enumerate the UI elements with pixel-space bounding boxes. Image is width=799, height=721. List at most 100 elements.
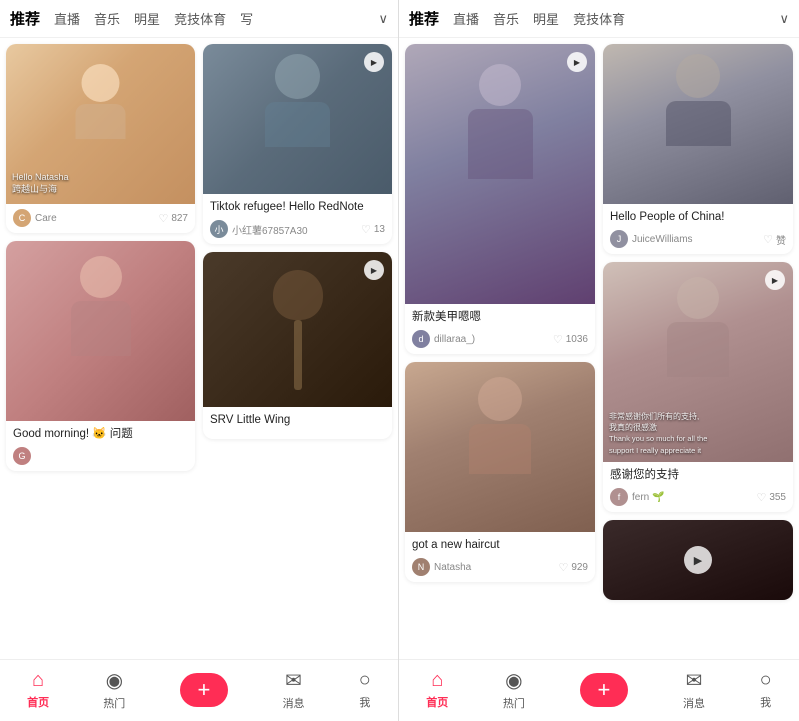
card-overlay-fern: 非常感谢你们所有的支持,我真的很感激Thank you so much for … <box>609 411 787 456</box>
card-likes-care: ♡ 827 <box>158 212 188 225</box>
card-likes-juice: ♡ 赞 <box>763 232 786 247</box>
card-likes-fern: ♡ 355 <box>756 491 786 504</box>
card-info-goodmorning: Good morning! 🐱 问题 G <box>6 421 195 471</box>
card-img-care: Hello Natasha 跨越山与海 <box>6 44 195 204</box>
card-overlay-care: Hello Natasha 跨越山与海 <box>12 171 69 196</box>
nav-more-left[interactable]: ∨ <box>378 11 388 27</box>
card-info-guitar: SRV Little Wing <box>203 407 392 439</box>
nav-item-esports-left[interactable]: 竞技体育 <box>174 9 226 28</box>
card-title-nails: 新款美甲嗯嗯 <box>412 309 588 325</box>
nav-more-right[interactable]: ∨ <box>779 11 789 27</box>
masonry-grid-left: Hello Natasha 跨越山与海 C Care ♡ 827 <box>6 44 392 479</box>
card-nails[interactable]: ▶ 新款美甲嗯嗯 d dillaraa_) ♡ 1036 <box>405 44 595 354</box>
me-icon-left: ○ <box>359 669 371 692</box>
card-likes-nails: ♡ 1036 <box>553 333 588 346</box>
card-img-fern: 非常感谢你们所有的支持,我真的很感激Thank you so much for … <box>603 262 793 462</box>
play-btn-guitar[interactable]: ▶ <box>364 260 384 280</box>
play-btn-fern[interactable]: ▶ <box>765 270 785 290</box>
bottom-nav-hot-left[interactable]: ◉ 热门 <box>103 668 125 711</box>
card-care[interactable]: Hello Natasha 跨越山与海 C Care ♡ 827 <box>6 44 195 233</box>
card-meta-juice: J JuiceWilliams ♡ 赞 <box>610 230 786 248</box>
bottom-nav-home-left[interactable]: ⌂ 首页 <box>27 669 49 710</box>
column-left-left: Hello Natasha 跨越山与海 C Care ♡ 827 <box>6 44 195 479</box>
card-author-goodmorning: G <box>13 447 31 465</box>
avatar-fern: f <box>610 488 628 506</box>
heart-icon-rednote: ♡ <box>361 223 371 236</box>
nav-item-zhibo-right[interactable]: 直播 <box>453 9 479 28</box>
card-guitar[interactable]: ▶ SRV Little Wing <box>203 252 392 439</box>
column-right-left: ▶ Tiktok refugee! Hello RedNote 小 小红薯678… <box>203 44 392 479</box>
add-button-right[interactable]: + <box>580 673 629 707</box>
phone-left: 推荐 直播 音乐 明星 竞技体育 写 ∨ <box>0 0 399 721</box>
card-goodmorning[interactable]: Good morning! 🐱 问题 G <box>6 241 195 471</box>
card-title-haircut: got a new haircut <box>412 537 588 553</box>
column-right-right: Hello People of China! J JuiceWilliams ♡… <box>603 44 793 608</box>
card-img-nails: ▶ <box>405 44 595 304</box>
bottom-nav-me-right[interactable]: ○ 我 <box>760 669 772 710</box>
content-left: Hello Natasha 跨越山与海 C Care ♡ 827 <box>0 38 398 659</box>
add-button-left[interactable]: + <box>180 673 229 707</box>
nav-item-music-right[interactable]: 音乐 <box>493 9 519 28</box>
card-author-nails: d dillaraa_) <box>412 330 475 348</box>
card-img-goodmorning <box>6 241 195 421</box>
nav-item-tuijian-left[interactable]: 推荐 <box>10 8 40 29</box>
avatar-nails: d <box>412 330 430 348</box>
card-drum[interactable]: ▶ <box>603 520 793 600</box>
face-nails <box>405 44 595 304</box>
nav-item-music-left[interactable]: 音乐 <box>94 9 120 28</box>
bottom-nav-add-right[interactable]: + <box>580 673 629 707</box>
bottom-nav-home-right[interactable]: ⌂ 首页 <box>426 669 448 710</box>
card-img-rednote: ▶ <box>203 44 392 194</box>
nav-item-star-right[interactable]: 明星 <box>533 9 559 28</box>
card-juice[interactable]: Hello People of China! J JuiceWilliams ♡… <box>603 44 793 254</box>
masonry-grid-right: ▶ 新款美甲嗯嗯 d dillaraa_) ♡ 1036 <box>405 44 793 608</box>
card-author-fern: f fern 🌱 <box>610 488 664 506</box>
content-right: ▶ 新款美甲嗯嗯 d dillaraa_) ♡ 1036 <box>399 38 799 659</box>
face-rednote <box>203 44 392 194</box>
bottom-nav-hot-right[interactable]: ◉ 热门 <box>503 668 525 711</box>
avatar-juice: J <box>610 230 628 248</box>
card-img-juice <box>603 44 793 204</box>
nav-item-tuijian-right[interactable]: 推荐 <box>409 8 439 29</box>
hot-icon-right: ◉ <box>505 668 522 693</box>
face-goodmorning <box>6 241 195 421</box>
card-haircut[interactable]: got a new haircut N Natasha ♡ 929 <box>405 362 595 582</box>
nav-item-zhibo-left[interactable]: 直播 <box>54 9 80 28</box>
play-btn-rednote[interactable]: ▶ <box>364 52 384 72</box>
card-author-haircut: N Natasha <box>412 558 471 576</box>
card-likes-haircut: ♡ 929 <box>558 561 588 574</box>
nav-item-star-left[interactable]: 明星 <box>134 9 160 28</box>
card-fern[interactable]: 非常感谢你们所有的支持,我真的很感激Thank you so much for … <box>603 262 793 512</box>
bottom-nav-add-left[interactable]: + <box>180 673 229 707</box>
hot-icon-left: ◉ <box>106 668 123 693</box>
play-btn-nails[interactable]: ▶ <box>567 52 587 72</box>
bottom-nav-msg-right[interactable]: ✉ 消息 <box>683 668 705 711</box>
card-title-goodmorning: Good morning! 🐱 问题 <box>13 426 188 442</box>
avatar-care: C <box>13 209 31 227</box>
card-info-rednote: Tiktok refugee! Hello RedNote 小 小红薯67857… <box>203 194 392 244</box>
phone-right: 推荐 直播 音乐 明星 竞技体育 ∨ ▶ <box>399 0 799 721</box>
card-author-care: C Care <box>13 209 57 227</box>
author-name-nails: dillaraa_) <box>434 334 475 345</box>
author-name-rednote: 小红薯67857A30 <box>232 222 308 237</box>
card-img-haircut <box>405 362 595 532</box>
play-btn-drum[interactable]: ▶ <box>684 546 712 574</box>
card-title-fern: 感谢您的支持 <box>610 467 786 483</box>
card-author-rednote: 小 小红薯67857A30 <box>210 220 308 238</box>
nav-item-esports-right[interactable]: 竞技体育 <box>573 9 625 28</box>
card-title-rednote: Tiktok refugee! Hello RedNote <box>210 199 385 215</box>
me-icon-right: ○ <box>760 669 772 692</box>
bottom-nav-left: ⌂ 首页 ◉ 热门 + ✉ 消息 ○ 我 <box>0 659 398 721</box>
author-name-care: Care <box>35 213 57 224</box>
card-author-juice: J JuiceWilliams <box>610 230 693 248</box>
nav-item-write-left[interactable]: 写 <box>240 9 253 28</box>
bottom-nav-right: ⌂ 首页 ◉ 热门 + ✉ 消息 ○ 我 <box>399 659 799 721</box>
bottom-nav-me-left[interactable]: ○ 我 <box>359 669 371 710</box>
card-rednote[interactable]: ▶ Tiktok refugee! Hello RedNote 小 小红薯678… <box>203 44 392 244</box>
heart-icon-nails: ♡ <box>553 333 563 346</box>
heart-icon-care: ♡ <box>158 212 168 225</box>
bottom-nav-msg-left[interactable]: ✉ 消息 <box>283 668 305 711</box>
card-meta-care: C Care ♡ 827 <box>13 209 188 227</box>
face-haircut <box>405 362 595 532</box>
card-img-drum: ▶ <box>603 520 793 600</box>
